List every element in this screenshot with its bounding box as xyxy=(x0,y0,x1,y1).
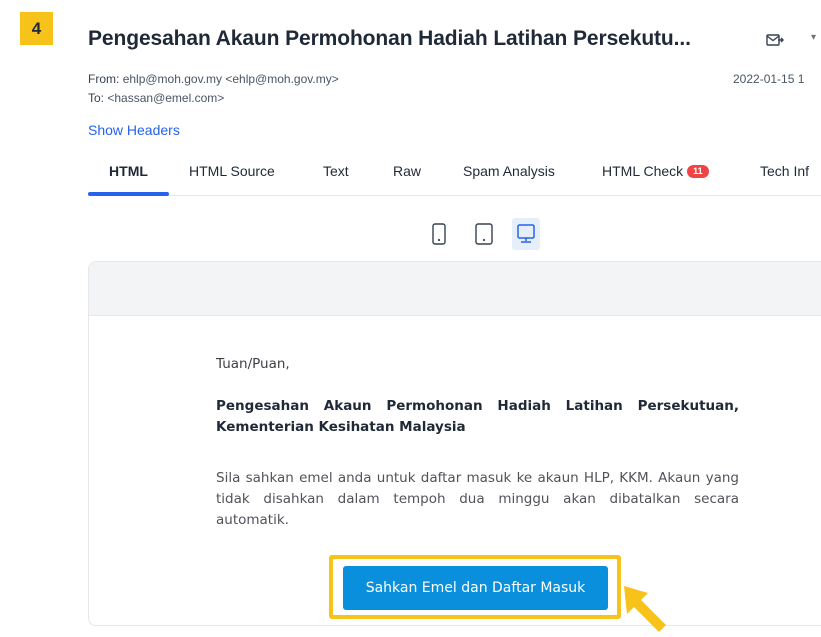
verify-email-button[interactable]: Sahkan Emel dan Daftar Masuk xyxy=(343,566,608,610)
tab-html[interactable]: HTML xyxy=(88,163,169,179)
show-headers-link[interactable]: Show Headers xyxy=(88,122,180,138)
desktop-view-button[interactable] xyxy=(512,218,540,250)
tablet-icon xyxy=(475,223,493,245)
active-tab-indicator xyxy=(88,192,169,196)
tablet-view-button[interactable] xyxy=(470,218,498,250)
html-check-count-badge: 11 xyxy=(687,165,709,178)
to-label: To: xyxy=(88,91,105,105)
email-subject: Pengesahan Akaun Permohonan Hadiah Latih… xyxy=(88,27,691,50)
tab-html-check-label: HTML Check xyxy=(602,163,684,179)
desktop-icon xyxy=(517,224,535,243)
step-number: 4 xyxy=(31,18,42,38)
view-tabs: HTML HTML Source Text Raw Spam Analysis … xyxy=(88,155,821,196)
email-body-title: Pengesahan Akaun Permohonan Hadiah Latih… xyxy=(216,398,739,435)
forward-email-icon[interactable] xyxy=(766,33,784,47)
to-address: <hassan@emel.com> xyxy=(107,91,225,105)
email-greeting: Tuan/Puan, xyxy=(216,356,290,372)
step-number-badge: 4 xyxy=(20,12,53,45)
mobile-view-button[interactable] xyxy=(425,218,453,250)
tab-html-source[interactable]: HTML Source xyxy=(189,163,275,179)
more-actions-icon[interactable]: ▾ xyxy=(811,32,816,43)
from-line: From: ehlp@moh.gov.my <ehlp@moh.gov.my> xyxy=(88,72,339,86)
to-line: To: <hassan@emel.com> xyxy=(88,91,224,105)
tab-text[interactable]: Text xyxy=(323,163,349,179)
email-body-paragraph: Sila sahkan emel anda untuk daftar masuk… xyxy=(216,470,739,528)
pointer-arrow-icon xyxy=(624,586,666,632)
tab-tech-info[interactable]: Tech Inf xyxy=(760,163,809,179)
tab-html-check[interactable]: HTML Check 11 xyxy=(602,163,709,179)
tab-raw[interactable]: Raw xyxy=(393,163,421,179)
preview-header-bar xyxy=(89,262,821,316)
mobile-icon xyxy=(432,223,446,245)
tab-spam-analysis[interactable]: Spam Analysis xyxy=(463,163,555,179)
email-date: 2022-01-15 1 xyxy=(733,72,805,86)
from-address: ehlp@moh.gov.my <ehlp@moh.gov.my> xyxy=(122,72,339,86)
from-label: From: xyxy=(88,72,120,86)
